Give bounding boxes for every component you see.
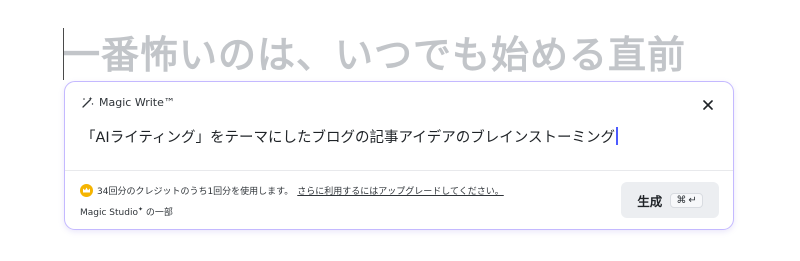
enter-key-icon: ↵	[688, 194, 697, 206]
panel-header: Magic Write™	[81, 96, 175, 109]
credits-info: 34回分のクレジットのうち1回分を使用します。 さらに利用するにはアップグレード…	[80, 184, 504, 197]
magic-write-panel: Magic Write™ 「AIライティング」をテーマにしたブログの記事アイデア…	[64, 81, 734, 230]
magic-wand-icon	[81, 96, 94, 109]
document-heading[interactable]: 一番怖いのは、いつでも始める直前	[62, 30, 762, 80]
prompt-input[interactable]: 「AIライティング」をテーマにしたブログの記事アイデアのブレインストーミング	[81, 127, 618, 149]
close-button[interactable]	[697, 94, 719, 116]
crown-icon	[80, 184, 93, 197]
studio-suffix: の一部	[145, 208, 173, 218]
generate-label: 生成	[637, 193, 663, 209]
studio-name: Magic Studio	[80, 208, 138, 218]
generate-button[interactable]: 生成 ⌘ ↵	[621, 182, 719, 218]
prompt-value: 「AIライティング」をテーマにしたブログの記事アイデアのブレインストーミング	[81, 130, 616, 146]
text-cursor	[63, 28, 64, 80]
close-icon	[703, 100, 713, 110]
prompt-cursor	[616, 127, 618, 145]
sparkle-icon: ✦	[137, 206, 143, 213]
canvas-page: 一番怖いのは、いつでも始める直前 Magic Write™ 「AIライティング」…	[0, 0, 800, 261]
panel-title: Magic Write™	[99, 96, 175, 109]
upgrade-link[interactable]: さらに利用するにはアップグレードしてください。	[297, 184, 503, 197]
keyboard-shortcut-hint: ⌘ ↵	[670, 192, 703, 208]
command-key-icon: ⌘	[676, 194, 687, 206]
magic-studio-attribution: Magic Studio✦ の一部	[80, 205, 173, 218]
credits-text: 34回分のクレジットのうち1回分を使用します。	[97, 187, 294, 197]
panel-divider	[65, 170, 733, 171]
